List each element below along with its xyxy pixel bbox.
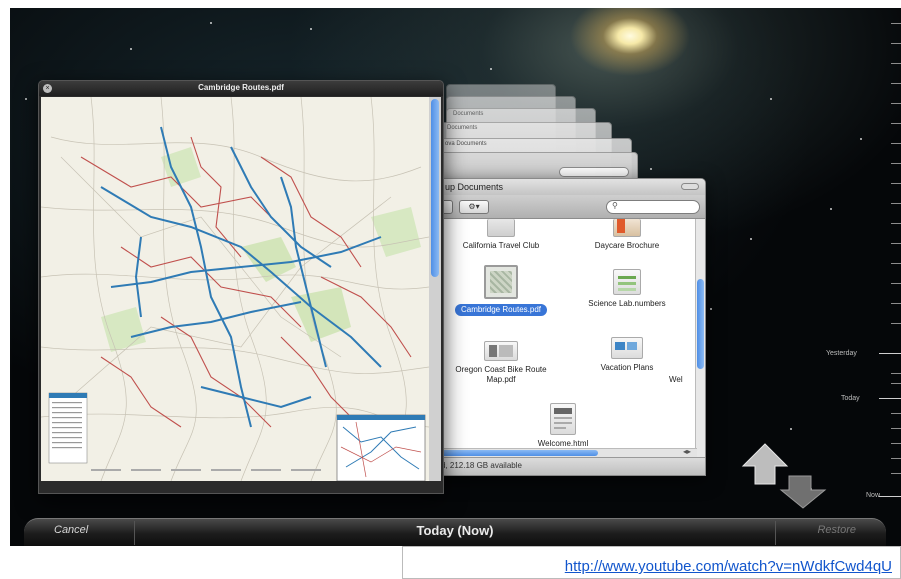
scroll-arrows-icon[interactable]: ◂▸ — [683, 447, 691, 456]
horizontal-scrollbar[interactable]: ◂▸ — [431, 447, 697, 457]
pdf-icon — [484, 341, 518, 361]
finder-status-bar: d, 212.18 GB available — [431, 457, 705, 475]
timeline-label-now[interactable]: Now — [866, 492, 880, 499]
preview-titlebar[interactable]: × Cambridge Routes.pdf — [39, 81, 443, 96]
preview-window[interactable]: × Cambridge Routes.pdf — [38, 80, 444, 494]
scrollbar-thumb[interactable] — [433, 450, 598, 456]
scrollbar-thumb[interactable] — [697, 279, 704, 369]
arrow-forward-icon[interactable] — [779, 475, 827, 509]
time-machine-bar: Cancel Today (Now) Restore — [24, 518, 886, 546]
finder-titlebar[interactable]: up Documents — [431, 179, 705, 195]
stacked-window-title: ova Documents — [445, 141, 487, 147]
search-input[interactable]: ⚲ — [606, 200, 700, 214]
toolbar-toggle-button[interactable] — [681, 183, 699, 190]
finder-toolbar: ▮ ⚙▾ ⚲ — [431, 195, 705, 219]
preview-scrollbar[interactable] — [429, 97, 441, 481]
file-label: Daycare Brochure — [594, 241, 660, 250]
timeline-label-today[interactable]: Today — [841, 395, 860, 402]
presentation-icon — [611, 337, 643, 359]
file-label: Oregon Coast Bike Route Map.pdf — [455, 365, 547, 384]
file-item[interactable]: Science Lab.numbers — [567, 269, 687, 309]
action-menu-button[interactable]: ⚙▾ — [459, 200, 489, 214]
file-item[interactable]: Welcome.html — [503, 403, 623, 449]
pdf-icon — [484, 265, 518, 299]
stacked-window-title: Documents — [453, 111, 484, 117]
gear-icon: ⚙▾ — [468, 202, 480, 211]
scrollbar-thumb[interactable] — [431, 99, 439, 277]
file-label: California Travel Club — [462, 241, 540, 250]
file-label: Science Lab.numbers — [588, 299, 666, 308]
stacked-window-title: Documents — [447, 125, 478, 131]
timeline-label-yesterday[interactable]: Yesterday — [826, 350, 857, 357]
file-label-selected: Cambridge Routes.pdf — [454, 304, 548, 316]
map-graphic — [41, 97, 429, 481]
file-item[interactable]: California Travel Club — [441, 219, 561, 251]
preview-title: Cambridge Routes.pdf — [198, 83, 284, 92]
map-document[interactable] — [41, 97, 429, 481]
search-icon: ⚲ — [612, 201, 618, 210]
vertical-scrollbar[interactable] — [695, 219, 705, 459]
finder-content: California Travel Club Daycare Brochure … — [431, 219, 697, 459]
restore-button[interactable]: Restore — [817, 524, 856, 536]
status-text: d, 212.18 GB available — [441, 461, 522, 470]
html-document-icon — [550, 403, 576, 435]
arrow-back-icon[interactable] — [741, 443, 789, 485]
file-item[interactable]: Cambridge Routes.pdf — [441, 265, 561, 317]
source-url-link[interactable]: http://www.youtube.com/watch?v=nWdkfCwd4… — [565, 558, 892, 575]
finder-title: up Documents — [445, 182, 504, 192]
finder-window[interactable]: up Documents ▮ ⚙▾ ⚲ California Travel Cl… — [430, 178, 706, 476]
document-icon — [487, 219, 515, 237]
file-item[interactable]: Daycare Brochure — [567, 219, 687, 251]
file-item[interactable]: Vacation Plans — [567, 337, 687, 373]
current-time-label: Today (Now) — [416, 523, 494, 538]
source-url-box: http://www.youtube.com/watch?v=nWdkfCwd4… — [402, 546, 901, 579]
navigation-arrows — [735, 440, 835, 512]
file-item[interactable]: Oregon Coast Bike Route Map.pdf — [441, 341, 561, 385]
spreadsheet-icon — [613, 269, 641, 295]
screenshot-stage: Yesterday Today Now Documents Documents … — [0, 0, 901, 579]
timeline[interactable] — [868, 8, 901, 508]
brochure-icon — [613, 219, 641, 237]
